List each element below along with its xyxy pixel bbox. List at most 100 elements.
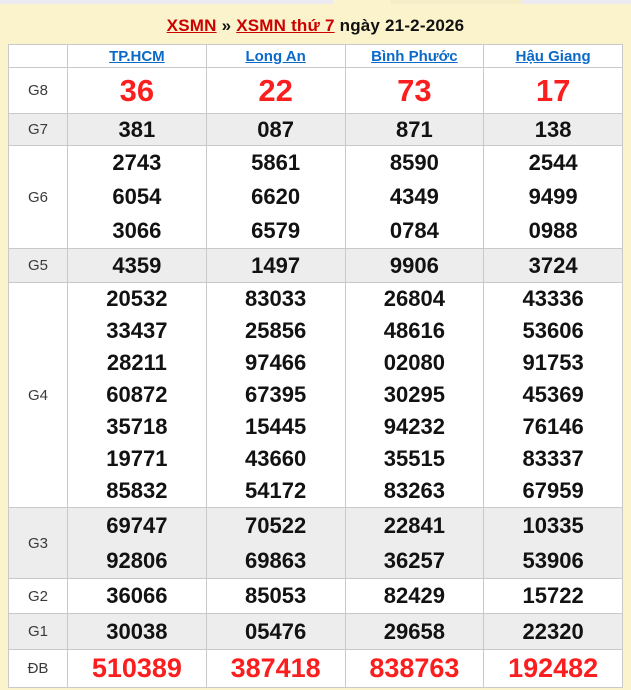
result-number: 02080 [346,347,484,379]
xsmn-link[interactable]: XSMN [167,16,217,35]
result-number: 22 [207,68,345,113]
result-number: 19771 [68,443,206,475]
result-number: 22841 [346,508,484,543]
result-cell: 3724 [484,249,623,283]
column-header: Bình Phước [345,45,484,68]
result-number: 67395 [207,379,345,411]
result-cell: 29658 [345,614,484,650]
result-cell: 82429 [345,579,484,614]
province-link[interactable]: Hậu Giang [516,48,591,65]
prize-row-g5: G54359149799063724 [9,249,623,283]
result-number: 4349 [346,180,484,214]
result-cell: 6974792806 [68,508,207,579]
prize-label: ĐB [9,650,68,688]
top-strip-active-segment [333,0,391,4]
result-number: 53606 [484,315,622,347]
result-number: 871 [346,114,484,145]
xsmn-draw-day-link[interactable]: XSMN thứ 7 [236,16,334,35]
province-link[interactable]: Long An [245,48,305,65]
result-number: 15445 [207,411,345,443]
result-cell: 15722 [484,579,623,614]
title-date: ngày 21-2-2026 [340,16,465,35]
prize-row-g2: G236066850538242915722 [9,579,623,614]
top-edge-strip [0,0,631,4]
result-cell: 087 [206,114,345,146]
result-number: 17 [484,68,622,113]
prize-row-g6: G627436054306658616620657985904349078425… [9,146,623,249]
result-cell: 7052269863 [206,508,345,579]
result-number: 510389 [68,650,206,687]
prize-label: G5 [9,249,68,283]
prize-row-g3: G369747928067052269863228413625710335539… [9,508,623,579]
result-cell: 83033258569746667395154454366054172 [206,283,345,508]
result-number: 73 [346,68,484,113]
province-link[interactable]: TP.HCM [109,48,165,65]
result-cell: 138 [484,114,623,146]
result-number: 6620 [207,180,345,214]
result-number: 53906 [484,543,622,578]
result-cell: 22320 [484,614,623,650]
result-cell: 73 [345,68,484,114]
result-cell: 85053 [206,579,345,614]
column-header: Long An [206,45,345,68]
prize-label: G8 [9,68,68,114]
result-cell: 9906 [345,249,484,283]
result-number: 35515 [346,443,484,475]
corner-cell [9,45,68,68]
result-number: 26804 [346,283,484,315]
result-cell: 36 [68,68,207,114]
page-title: XSMN »XSMN thứ 7 ngày 21-2-2026 [0,4,631,44]
result-cell: 192482 [484,650,623,688]
result-cell: 30038 [68,614,207,650]
result-number: 82429 [346,579,484,613]
result-number: 10335 [484,508,622,543]
result-number: 33437 [68,315,206,347]
prize-label: G2 [9,579,68,614]
result-number: 91753 [484,347,622,379]
result-number: 9906 [346,249,484,282]
result-number: 138 [484,114,622,145]
result-number: 67959 [484,475,622,507]
result-number: 15722 [484,579,622,613]
prize-label: G4 [9,283,68,508]
result-number: 3066 [68,214,206,248]
result-cell: 05476 [206,614,345,650]
result-number: 76146 [484,411,622,443]
result-cell: 871 [345,114,484,146]
result-number: 35718 [68,411,206,443]
result-number: 25856 [207,315,345,347]
result-number: 1497 [207,249,345,282]
column-header: Hậu Giang [484,45,623,68]
province-link[interactable]: Bình Phước [371,48,458,65]
prize-row-g7: G7381087871138 [9,114,623,146]
result-number: 83337 [484,443,622,475]
result-cell: 254494990988 [484,146,623,249]
result-number: 3724 [484,249,622,282]
result-number: 20532 [68,283,206,315]
prize-label: G7 [9,114,68,146]
result-number: 30038 [68,614,206,649]
column-header: TP.HCM [68,45,207,68]
result-number: 192482 [484,650,622,687]
title-separator: » [222,16,232,35]
result-number: 48616 [346,315,484,347]
prize-row-g4: G420532334372821160872357181977185832830… [9,283,623,508]
result-number: 85832 [68,475,206,507]
result-cell: 4359 [68,249,207,283]
result-cell: 26804486160208030295942323551583263 [345,283,484,508]
result-cell: 20532334372821160872357181977185832 [68,283,207,508]
result-number: 30295 [346,379,484,411]
result-number: 97466 [207,347,345,379]
result-number: 0784 [346,214,484,248]
result-number: 94232 [346,411,484,443]
result-number: 05476 [207,614,345,649]
result-number: 29658 [346,614,484,649]
result-number: 22320 [484,614,622,649]
result-number: 6054 [68,180,206,214]
result-number: 36 [68,68,206,113]
result-number: 2544 [484,146,622,180]
result-cell: 387418 [206,650,345,688]
result-number: 087 [207,114,345,145]
result-cell: 586166206579 [206,146,345,249]
result-number: 70522 [207,508,345,543]
